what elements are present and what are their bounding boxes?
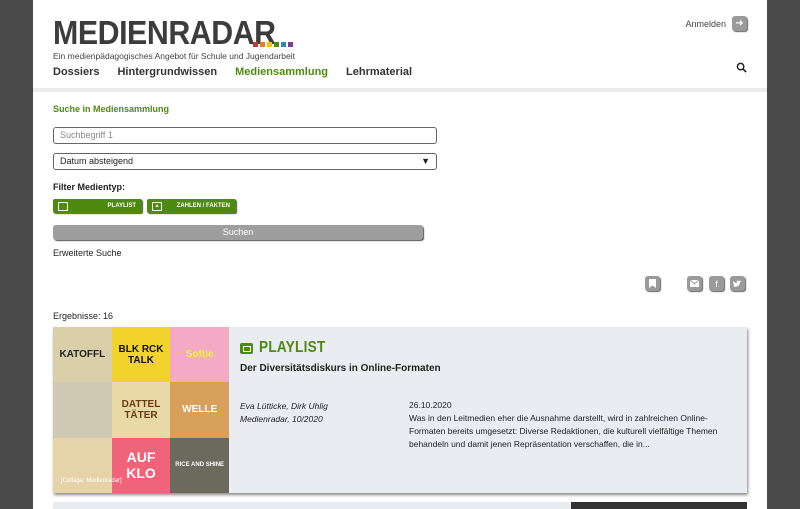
twitter-icon[interactable] xyxy=(730,276,745,291)
site-logo[interactable]: MEDIENRADAR xyxy=(53,16,295,56)
result-meta: Eva Lütticke, Dirk Uhlig Medienradar, 10… xyxy=(240,400,328,426)
dropdown-arrow-icon: ▼ xyxy=(421,156,430,166)
thumb-tile: AUF KLO xyxy=(111,437,171,493)
sign-in-icon[interactable]: ➜ xyxy=(732,16,747,31)
playlist-icon xyxy=(240,342,253,354)
result-teaser: Was in den Leitmedien eher die Ausnahme … xyxy=(409,413,718,449)
result-date: 26.10.2020 xyxy=(409,400,452,410)
playlist-icon xyxy=(58,201,68,211)
search-section-title: Suche in Mediensammlung xyxy=(53,104,170,114)
image-credit: [Collage: Medienradar] xyxy=(61,478,122,484)
result-title[interactable]: Der Diversitätsdiskurs in Online-Formate… xyxy=(240,363,441,374)
media-type-badge: PLAYLIST xyxy=(240,339,337,357)
main-nav: Dossiers Hintergrundwissen Mediensammlun… xyxy=(53,66,412,78)
mail-icon[interactable] xyxy=(687,276,702,291)
bookmark-icon[interactable] xyxy=(645,276,660,291)
result-card[interactable]: KATOFFL BLK RCK TALK Softie DATTEL TÄTER… xyxy=(53,327,747,493)
thumb-tile: WELLE xyxy=(170,382,229,438)
thumb-tile: KATOFFL xyxy=(53,327,112,383)
media-type-label: PLAYLIST xyxy=(259,339,326,356)
logo-color-squares xyxy=(253,42,293,47)
nav-item-dossiers[interactable]: Dossiers xyxy=(53,66,99,78)
tagline: Ein medienpädagogisches Angebot für Schu… xyxy=(53,51,295,61)
result-thumbnail-next[interactable] xyxy=(571,502,747,509)
nav-item-mediensammlung[interactable]: Mediensammlung xyxy=(235,66,328,78)
login-link[interactable]: Anmelden ➜ xyxy=(685,16,747,31)
nav-item-hintergrundwissen[interactable]: Hintergrundwissen xyxy=(117,66,217,78)
sort-select-value: Datum absteigend xyxy=(60,156,134,166)
logo-text: MEDIENRADAR xyxy=(53,14,276,51)
filter-zahlen-fakten-button[interactable]: ▲ ZAHLEN / FAKTEN xyxy=(147,199,236,213)
search-submit-button[interactable]: Suchen xyxy=(53,225,423,240)
login-label: Anmelden xyxy=(685,18,726,29)
filter-zahlen-fakten-label: ZAHLEN / FAKTEN xyxy=(176,203,230,209)
site-header: MEDIENRADAR Ein medienpädagogisches Ange… xyxy=(33,0,767,92)
page: MEDIENRADAR Ein medienpädagogisches Ange… xyxy=(33,0,767,509)
thumb-tile xyxy=(53,437,112,493)
sort-select[interactable]: Datum absteigend ▼ xyxy=(53,153,437,170)
filter-label: Filter Medientyp: xyxy=(53,182,126,192)
search-icon[interactable] xyxy=(736,62,747,76)
results-count: Ergebnisse: 16 xyxy=(53,311,114,321)
chart-icon: ▲ xyxy=(152,201,162,211)
thumb-tile: RICE AND SHINE xyxy=(170,437,229,493)
thumb-tile xyxy=(53,382,112,438)
filter-playlist-button[interactable]: PLAYLIST xyxy=(53,199,142,213)
result-author: Eva Lütticke, Dirk Uhlig xyxy=(240,401,328,411)
filter-playlist-label: PLAYLIST xyxy=(107,203,136,209)
nav-item-lehrmaterial[interactable]: Lehrmaterial xyxy=(346,66,412,78)
thumb-tile: Softie xyxy=(170,327,229,383)
facebook-icon[interactable]: f xyxy=(709,276,724,291)
search-input[interactable]: Suchbegriff 1 xyxy=(53,127,437,144)
result-source: Medienradar, 10/2020 xyxy=(240,414,323,424)
advanced-search-link[interactable]: Erweiterte Suche xyxy=(53,248,122,258)
result-thumbnail[interactable]: KATOFFL BLK RCK TALK Softie DATTEL TÄTER… xyxy=(53,327,229,493)
thumb-tile: DATTEL TÄTER xyxy=(111,382,171,438)
thumb-tile: BLK RCK TALK xyxy=(111,327,171,383)
